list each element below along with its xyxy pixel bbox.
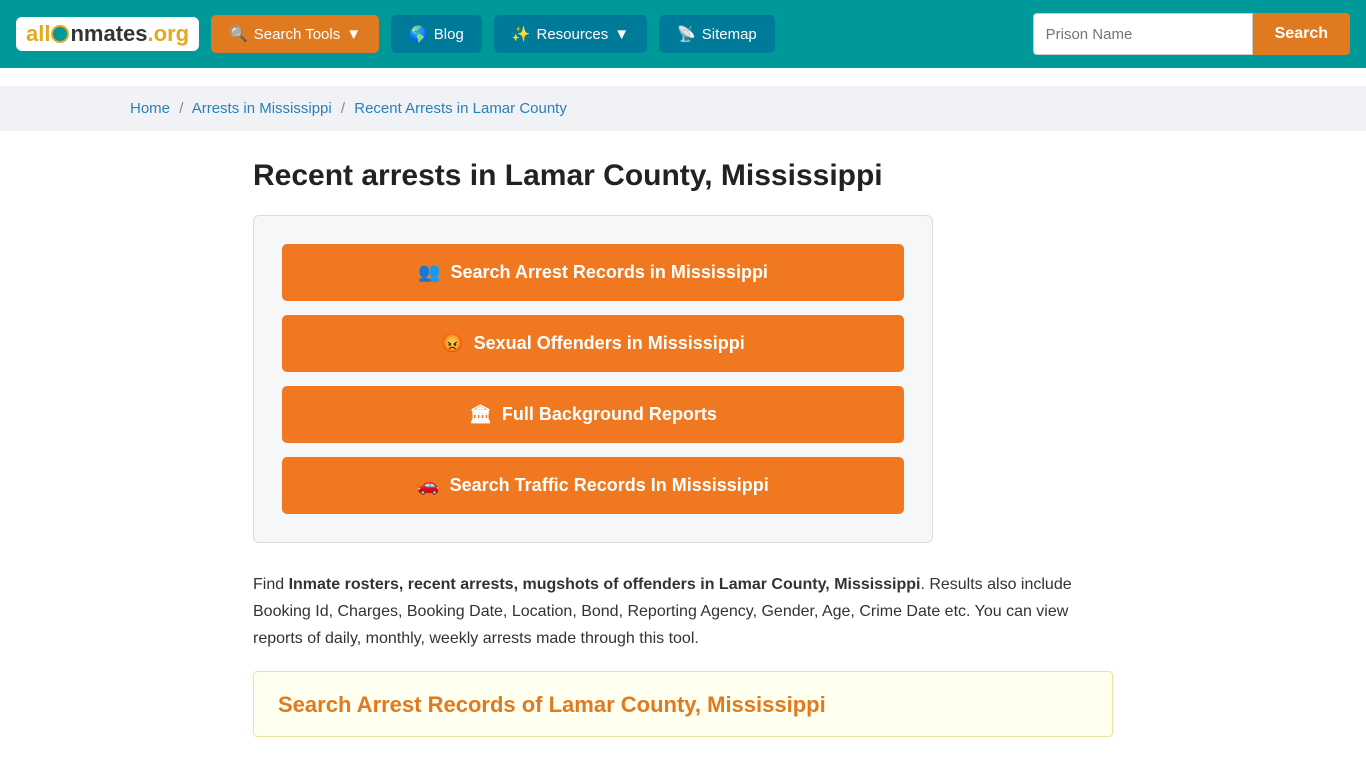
page-title: Recent arrests in Lamar County, Mississi… <box>253 159 1113 193</box>
description-text: Find Inmate rosters, recent arrests, mug… <box>253 571 1113 653</box>
breadcrumb-bar: Home / Arrests in Mississippi / Recent A… <box>0 86 1366 131</box>
blog-button[interactable]: 🌎 Blog <box>391 15 482 53</box>
resources-icon: ✨ <box>512 25 531 43</box>
breadcrumb-home[interactable]: Home <box>130 100 170 117</box>
logo-org: org <box>154 21 189 47</box>
logo-inmates: nmates <box>70 21 147 47</box>
blog-icon: 🌎 <box>409 25 428 43</box>
sitemap-button[interactable]: 📡 Sitemap <box>659 15 775 53</box>
car-icon: 🚗 <box>417 475 439 496</box>
search-traffic-records-button[interactable]: 🚗 Search Traffic Records In Mississippi <box>282 457 904 514</box>
breadcrumb-sep-1: / <box>179 100 183 117</box>
logo[interactable]: allnmates.org <box>16 17 199 51</box>
full-background-reports-button[interactable]: 🏛 Full Background Reports <box>282 386 904 443</box>
logo-eye-icon <box>51 25 69 43</box>
section-box: Search Arrest Records of Lamar County, M… <box>253 671 1113 737</box>
chevron-down-icon: ▼ <box>346 26 361 43</box>
breadcrumb-current: Recent Arrests in Lamar County <box>354 100 567 117</box>
section-box-title: Search Arrest Records of Lamar County, M… <box>278 692 1088 718</box>
resources-button[interactable]: ✨ Resources ▼ <box>494 15 647 53</box>
prison-name-input[interactable] <box>1033 13 1253 55</box>
logo-all: all <box>26 21 50 47</box>
breadcrumb-sep-2: / <box>341 100 345 117</box>
breadcrumb-arrests[interactable]: Arrests in Mississippi <box>192 100 332 117</box>
chevron-down-icon-resources: ▼ <box>614 26 629 43</box>
main-content: Recent arrests in Lamar County, Mississi… <box>233 131 1133 777</box>
prison-search-button[interactable]: Search <box>1253 13 1350 55</box>
search-tools-button[interactable]: 🔍 Search Tools ▼ <box>211 15 379 53</box>
sexual-offenders-button[interactable]: 😡 Sexual Offenders in Mississippi <box>282 315 904 372</box>
angry-face-icon: 😡 <box>441 333 463 354</box>
building-icon: 🏛 <box>469 404 492 425</box>
breadcrumb: Home / Arrests in Mississippi / Recent A… <box>130 100 1236 117</box>
navbar: allnmates.org 🔍 Search Tools ▼ 🌎 Blog ✨ … <box>0 0 1366 68</box>
search-arrest-records-button[interactable]: 👥 Search Arrest Records in Mississippi <box>282 244 904 301</box>
sitemap-icon: 📡 <box>677 25 696 43</box>
prison-search-box: Search <box>1033 13 1350 55</box>
action-card: 👥 Search Arrest Records in Mississippi 😡… <box>253 215 933 543</box>
people-icon: 👥 <box>418 262 440 283</box>
search-tools-icon: 🔍 <box>229 25 248 43</box>
